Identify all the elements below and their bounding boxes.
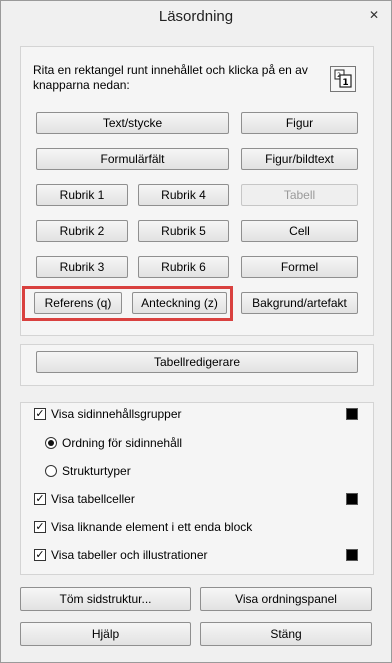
- background-artifact-button[interactable]: Bakgrund/artefakt: [241, 292, 358, 314]
- heading2-button[interactable]: Rubrik 2: [36, 220, 128, 242]
- show-order-panel-button[interactable]: Visa ordningspanel: [200, 587, 372, 611]
- show-content-groups-row[interactable]: ✓ Visa sidinnehållsgrupper: [34, 405, 182, 423]
- dialog-title: Läsordning: [158, 8, 234, 25]
- order-radio-label: Ordning för sidinnehåll: [62, 436, 183, 450]
- table-editor-button[interactable]: Tabellredigerare: [36, 351, 358, 373]
- figure-caption-button[interactable]: Figur/bildtext: [241, 148, 358, 170]
- show-similar-row[interactable]: ✓ Visa liknande element i ett enda block: [34, 518, 252, 536]
- heading1-button[interactable]: Rubrik 1: [36, 184, 128, 206]
- svg-text:2: 2: [337, 72, 341, 79]
- show-content-groups-checkbox[interactable]: ✓: [34, 408, 46, 420]
- figure-button[interactable]: Figur: [241, 112, 358, 134]
- show-similar-checkbox[interactable]: ✓: [34, 521, 46, 533]
- formula-button[interactable]: Formel: [241, 256, 358, 278]
- show-content-groups-label: Visa sidinnehållsgrupper: [51, 407, 182, 421]
- reading-order-dialog: Läsordning ✕ Rita en rektangel runt inne…: [0, 0, 392, 663]
- reference-button[interactable]: Referens (q): [34, 292, 122, 314]
- touch-up-order-icon[interactable]: 1 2: [330, 66, 356, 92]
- show-tables-figures-checkbox[interactable]: ✓: [34, 549, 46, 561]
- heading5-button[interactable]: Rubrik 5: [138, 220, 229, 242]
- show-table-cells-label: Visa tabellceller: [51, 492, 135, 506]
- show-similar-label: Visa liknande element i ett enda block: [51, 520, 253, 534]
- order-radio-row[interactable]: Ordning för sidinnehåll: [45, 434, 182, 452]
- form-field-button[interactable]: Formulärfält: [36, 148, 229, 170]
- show-tables-figures-label: Visa tabeller och illustrationer: [51, 548, 208, 562]
- svg-text:1: 1: [342, 78, 348, 88]
- close-button[interactable]: Stäng: [200, 622, 372, 646]
- help-button[interactable]: Hjälp: [20, 622, 191, 646]
- structure-radio-label: Strukturtyper: [62, 464, 131, 478]
- clear-structure-button[interactable]: Töm sidstruktur...: [20, 587, 191, 611]
- close-icon[interactable]: ✕: [361, 5, 387, 25]
- table-button: Tabell: [241, 184, 358, 206]
- text-paragraph-button[interactable]: Text/stycke: [36, 112, 229, 134]
- heading4-button[interactable]: Rubrik 4: [138, 184, 229, 206]
- content-groups-color-swatch[interactable]: [346, 408, 358, 420]
- table-cells-color-swatch[interactable]: [346, 493, 358, 505]
- heading6-button[interactable]: Rubrik 6: [138, 256, 229, 278]
- instruction-text: Rita en rektangel runt innehållet och kl…: [33, 63, 308, 92]
- show-tables-figures-row[interactable]: ✓ Visa tabeller och illustrationer: [34, 546, 208, 564]
- cell-button[interactable]: Cell: [241, 220, 358, 242]
- show-table-cells-checkbox[interactable]: ✓: [34, 493, 46, 505]
- structure-radio-row[interactable]: Strukturtyper: [45, 462, 131, 480]
- title-bar: Läsordning ✕: [1, 1, 391, 33]
- heading3-button[interactable]: Rubrik 3: [36, 256, 128, 278]
- note-button[interactable]: Anteckning (z): [132, 292, 227, 314]
- structure-radio[interactable]: [45, 465, 57, 477]
- tables-figures-color-swatch[interactable]: [346, 549, 358, 561]
- order-radio[interactable]: [45, 437, 57, 449]
- radio-selected-dot: [48, 440, 54, 446]
- show-table-cells-row[interactable]: ✓ Visa tabellceller: [34, 490, 135, 508]
